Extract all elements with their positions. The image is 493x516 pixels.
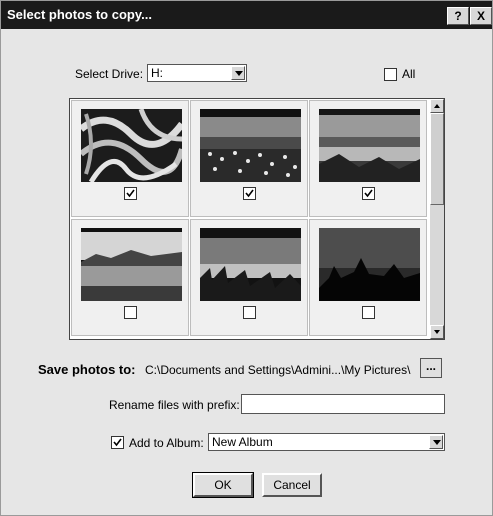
scrollbar-thumb[interactable] bbox=[430, 113, 444, 205]
browse-button[interactable]: ... bbox=[420, 358, 442, 378]
scroll-up-button[interactable] bbox=[430, 99, 444, 113]
photo-grid[interactable] bbox=[69, 98, 445, 340]
photo-checkbox[interactable] bbox=[243, 306, 256, 319]
add-to-album-checkbox[interactable] bbox=[111, 436, 124, 449]
photo-cell[interactable] bbox=[190, 100, 308, 217]
rename-prefix-input[interactable] bbox=[241, 394, 445, 414]
dialog-title: Select photos to copy... bbox=[7, 7, 152, 22]
all-label: All bbox=[402, 67, 416, 81]
scroll-down-button[interactable] bbox=[430, 325, 444, 339]
title-bar[interactable]: Select photos to copy... ? X bbox=[1, 1, 492, 29]
save-photos-label: Save photos to: bbox=[38, 362, 136, 377]
dialog-window: Select photos to copy... ? X Select Driv… bbox=[0, 0, 493, 516]
save-path: C:\Documents and Settings\Admini...\My P… bbox=[145, 363, 411, 377]
add-to-album-label: Add to Album: bbox=[129, 436, 204, 450]
photo-checkbox[interactable] bbox=[362, 187, 375, 200]
photo-checkbox[interactable] bbox=[362, 306, 375, 319]
dropdown-arrow-icon[interactable] bbox=[429, 435, 443, 449]
photo-thumbnail[interactable] bbox=[81, 228, 182, 301]
photo-cell[interactable] bbox=[190, 219, 308, 336]
photo-checkbox[interactable] bbox=[124, 187, 137, 200]
select-drive-label: Select Drive: bbox=[75, 67, 144, 81]
all-checkbox[interactable] bbox=[384, 68, 397, 81]
help-button[interactable]: ? bbox=[447, 7, 469, 25]
photo-thumbnail[interactable] bbox=[200, 228, 301, 301]
photo-checkbox[interactable] bbox=[124, 306, 137, 319]
album-select[interactable]: New Album bbox=[208, 433, 445, 451]
photo-cell[interactable] bbox=[71, 219, 189, 336]
photo-cell[interactable] bbox=[71, 100, 189, 217]
cancel-button[interactable]: Cancel bbox=[262, 473, 322, 497]
photo-thumbnail[interactable] bbox=[319, 228, 420, 301]
photo-thumbnail[interactable] bbox=[81, 109, 182, 182]
photo-checkbox[interactable] bbox=[243, 187, 256, 200]
drive-select-value: H: bbox=[151, 66, 163, 80]
folder-icon: ... bbox=[425, 359, 436, 373]
photo-thumbnail[interactable] bbox=[200, 109, 301, 182]
rename-prefix-label: Rename files with prefix: bbox=[109, 398, 240, 412]
photo-thumbnail[interactable] bbox=[319, 109, 420, 182]
photo-cell[interactable] bbox=[309, 219, 427, 336]
drive-select[interactable]: H: bbox=[147, 64, 247, 82]
dropdown-arrow-icon[interactable] bbox=[231, 66, 245, 80]
ok-button[interactable]: OK bbox=[192, 472, 254, 498]
vertical-scrollbar[interactable] bbox=[430, 99, 444, 339]
album-select-value: New Album bbox=[212, 435, 273, 449]
close-button[interactable]: X bbox=[470, 7, 492, 25]
photo-cell[interactable] bbox=[309, 100, 427, 217]
